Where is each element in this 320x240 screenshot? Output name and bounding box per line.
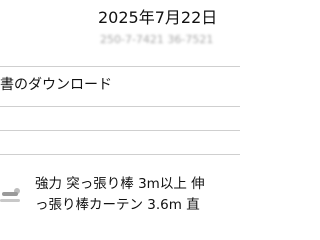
order-number: 250-7-7421 36-7521 — [100, 33, 214, 46]
receipt-download-link[interactable]: 書のダウンロード — [0, 67, 240, 105]
product-thumbnail[interactable] — [0, 180, 24, 218]
product-title-line: 強力 突っ張り棒 3m以上 伸 — [35, 176, 205, 192]
receipt-download-label: 書のダウンロード — [0, 77, 112, 93]
product-title[interactable]: 強力 突っ張り棒 3m以上 伸 っ張り棒カーテン 3.6m 直 — [35, 174, 240, 216]
product-title-line: っ張り棒カーテン 3.6m 直 — [35, 197, 200, 213]
thumbnail-bar — [0, 199, 20, 202]
empty-row — [0, 131, 240, 154]
order-header: 2025年7月22日 250-7-7421 36-7521 — [0, 0, 240, 64]
thumbnail-bar — [2, 192, 18, 196]
order-detail-page: 2025年7月22日 250-7-7421 36-7521 書のダウンロード 強… — [0, 0, 240, 240]
divider — [0, 154, 240, 155]
product-item[interactable]: 強力 突っ張り棒 3m以上 伸 っ張り棒カーテン 3.6m 直 — [0, 170, 240, 240]
order-date: 2025年7月22日 — [98, 8, 218, 27]
empty-row — [0, 107, 240, 130]
